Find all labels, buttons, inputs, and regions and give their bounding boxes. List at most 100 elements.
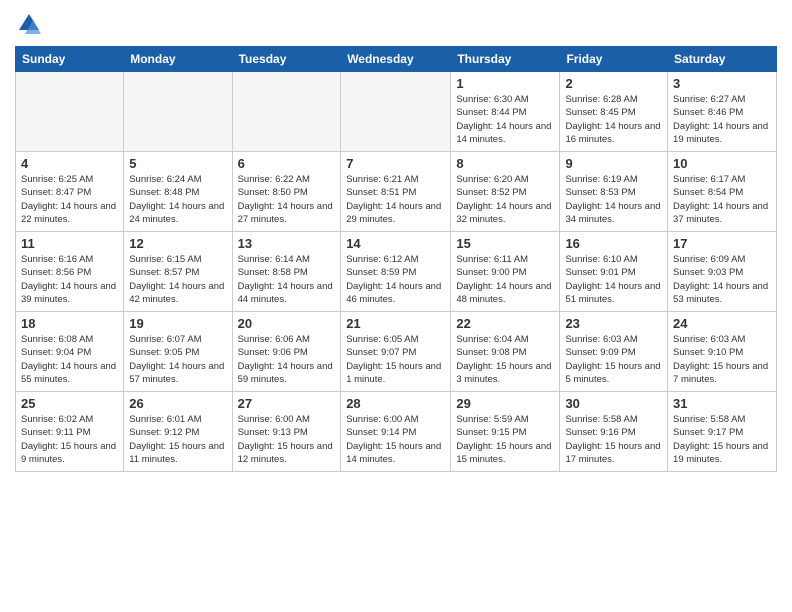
col-header-saturday: Saturday <box>668 47 777 72</box>
day-cell: 6 Sunrise: 6:22 AM Sunset: 8:50 PM Daylig… <box>232 152 341 232</box>
day-cell: 9 Sunrise: 6:19 AM Sunset: 8:53 PM Daylig… <box>560 152 668 232</box>
day-info: Sunrise: 6:01 AM Sunset: 9:12 PM Dayligh… <box>129 413 226 466</box>
day-number: 11 <box>21 236 118 251</box>
day-number: 1 <box>456 76 554 91</box>
day-cell: 5 Sunrise: 6:24 AM Sunset: 8:48 PM Daylig… <box>124 152 232 232</box>
day-cell: 19Sunrise: 6:07 AM Sunset: 9:05 PM Dayli… <box>124 312 232 392</box>
day-info: Sunrise: 6:04 AM Sunset: 9:08 PM Dayligh… <box>456 333 554 386</box>
day-cell <box>232 72 341 152</box>
day-cell: 13Sunrise: 6:14 AM Sunset: 8:58 PM Dayli… <box>232 232 341 312</box>
day-cell: 18 Sunrise: 6:08 AM Sunset: 9:04 PM Dayli… <box>16 312 124 392</box>
day-info: Sunrise: 6:22 AM Sunset: 8:50 PM Dayligh… <box>238 173 336 226</box>
day-cell: 3Sunrise: 6:27 AM Sunset: 8:46 PM Daylig… <box>668 72 777 152</box>
day-info: Sunrise: 6:10 AM Sunset: 9:01 PM Dayligh… <box>565 253 662 306</box>
day-number: 23 <box>565 316 662 331</box>
day-cell: 7 Sunrise: 6:21 AM Sunset: 8:51 PM Daylig… <box>341 152 451 232</box>
day-info: Sunrise: 6:00 AM Sunset: 9:13 PM Dayligh… <box>238 413 336 466</box>
day-info: Sunrise: 6:28 AM Sunset: 8:45 PM Dayligh… <box>565 93 662 146</box>
day-cell: 24 Sunrise: 6:03 AM Sunset: 9:10 PM Dayli… <box>668 312 777 392</box>
header <box>15 10 777 38</box>
day-cell: 14 Sunrise: 6:12 AM Sunset: 8:59 PM Dayli… <box>341 232 451 312</box>
col-header-friday: Friday <box>560 47 668 72</box>
day-cell <box>16 72 124 152</box>
day-cell: 28Sunrise: 6:00 AM Sunset: 9:14 PM Dayli… <box>341 392 451 472</box>
col-header-wednesday: Wednesday <box>341 47 451 72</box>
day-info: Sunrise: 6:27 AM Sunset: 8:46 PM Dayligh… <box>673 93 771 146</box>
col-header-thursday: Thursday <box>451 47 560 72</box>
logo-icon <box>15 10 43 38</box>
day-number: 9 <box>565 156 662 171</box>
day-number: 14 <box>346 236 445 251</box>
day-number: 27 <box>238 396 336 411</box>
day-info: Sunrise: 6:19 AM Sunset: 8:53 PM Dayligh… <box>565 173 662 226</box>
day-cell: 15Sunrise: 6:11 AM Sunset: 9:00 PM Dayli… <box>451 232 560 312</box>
day-info: Sunrise: 5:59 AM Sunset: 9:15 PM Dayligh… <box>456 413 554 466</box>
day-cell: 30Sunrise: 5:58 AM Sunset: 9:16 PM Dayli… <box>560 392 668 472</box>
col-header-monday: Monday <box>124 47 232 72</box>
day-number: 21 <box>346 316 445 331</box>
day-number: 7 <box>346 156 445 171</box>
day-info: Sunrise: 6:30 AM Sunset: 8:44 PM Dayligh… <box>456 93 554 146</box>
day-cell: 21 Sunrise: 6:05 AM Sunset: 9:07 PM Dayli… <box>341 312 451 392</box>
day-cell: 11Sunrise: 6:16 AM Sunset: 8:56 PM Dayli… <box>16 232 124 312</box>
day-number: 18 <box>21 316 118 331</box>
day-cell: 20 Sunrise: 6:06 AM Sunset: 9:06 PM Dayli… <box>232 312 341 392</box>
day-number: 31 <box>673 396 771 411</box>
day-number: 28 <box>346 396 445 411</box>
day-cell: 2Sunrise: 6:28 AM Sunset: 8:45 PM Daylig… <box>560 72 668 152</box>
day-number: 22 <box>456 316 554 331</box>
week-row-2: 4Sunrise: 6:25 AM Sunset: 8:47 PM Daylig… <box>16 152 777 232</box>
day-info: Sunrise: 6:21 AM Sunset: 8:51 PM Dayligh… <box>346 173 445 226</box>
day-number: 10 <box>673 156 771 171</box>
day-number: 15 <box>456 236 554 251</box>
day-cell: 12 Sunrise: 6:15 AM Sunset: 8:57 PM Dayli… <box>124 232 232 312</box>
day-cell: 23 Sunrise: 6:03 AM Sunset: 9:09 PM Dayli… <box>560 312 668 392</box>
day-number: 4 <box>21 156 118 171</box>
day-number: 25 <box>21 396 118 411</box>
week-row-1: 1 Sunrise: 6:30 AM Sunset: 8:44 PM Daylig… <box>16 72 777 152</box>
week-row-3: 11Sunrise: 6:16 AM Sunset: 8:56 PM Dayli… <box>16 232 777 312</box>
day-info: Sunrise: 6:12 AM Sunset: 8:59 PM Dayligh… <box>346 253 445 306</box>
day-info: Sunrise: 6:17 AM Sunset: 8:54 PM Dayligh… <box>673 173 771 226</box>
day-number: 29 <box>456 396 554 411</box>
day-info: Sunrise: 6:02 AM Sunset: 9:11 PM Dayligh… <box>21 413 118 466</box>
day-number: 20 <box>238 316 336 331</box>
col-header-tuesday: Tuesday <box>232 47 341 72</box>
day-info: Sunrise: 6:08 AM Sunset: 9:04 PM Dayligh… <box>21 333 118 386</box>
calendar: SundayMondayTuesdayWednesdayThursdayFrid… <box>15 46 777 472</box>
week-row-5: 25 Sunrise: 6:02 AM Sunset: 9:11 PM Dayli… <box>16 392 777 472</box>
day-number: 6 <box>238 156 336 171</box>
day-info: Sunrise: 6:03 AM Sunset: 9:09 PM Dayligh… <box>565 333 662 386</box>
day-cell: 8Sunrise: 6:20 AM Sunset: 8:52 PM Daylig… <box>451 152 560 232</box>
day-number: 17 <box>673 236 771 251</box>
day-cell <box>341 72 451 152</box>
day-cell: 31 Sunrise: 5:58 AM Sunset: 9:17 PM Dayli… <box>668 392 777 472</box>
day-info: Sunrise: 6:07 AM Sunset: 9:05 PM Dayligh… <box>129 333 226 386</box>
day-cell <box>124 72 232 152</box>
day-info: Sunrise: 6:06 AM Sunset: 9:06 PM Dayligh… <box>238 333 336 386</box>
day-info: Sunrise: 6:14 AM Sunset: 8:58 PM Dayligh… <box>238 253 336 306</box>
day-number: 26 <box>129 396 226 411</box>
day-cell: 4Sunrise: 6:25 AM Sunset: 8:47 PM Daylig… <box>16 152 124 232</box>
day-info: Sunrise: 6:03 AM Sunset: 9:10 PM Dayligh… <box>673 333 771 386</box>
day-number: 24 <box>673 316 771 331</box>
day-number: 16 <box>565 236 662 251</box>
page: SundayMondayTuesdayWednesdayThursdayFrid… <box>0 0 792 612</box>
header-row: SundayMondayTuesdayWednesdayThursdayFrid… <box>16 47 777 72</box>
day-number: 12 <box>129 236 226 251</box>
day-number: 5 <box>129 156 226 171</box>
day-info: Sunrise: 5:58 AM Sunset: 9:17 PM Dayligh… <box>673 413 771 466</box>
day-cell: 27 Sunrise: 6:00 AM Sunset: 9:13 PM Dayli… <box>232 392 341 472</box>
day-cell: 25 Sunrise: 6:02 AM Sunset: 9:11 PM Dayli… <box>16 392 124 472</box>
day-number: 30 <box>565 396 662 411</box>
day-info: Sunrise: 6:24 AM Sunset: 8:48 PM Dayligh… <box>129 173 226 226</box>
day-cell: 22 Sunrise: 6:04 AM Sunset: 9:08 PM Dayli… <box>451 312 560 392</box>
day-cell: 29 Sunrise: 5:59 AM Sunset: 9:15 PM Dayli… <box>451 392 560 472</box>
day-number: 8 <box>456 156 554 171</box>
day-cell: 16 Sunrise: 6:10 AM Sunset: 9:01 PM Dayli… <box>560 232 668 312</box>
logo <box>15 10 47 38</box>
day-info: Sunrise: 6:05 AM Sunset: 9:07 PM Dayligh… <box>346 333 445 386</box>
week-row-4: 18 Sunrise: 6:08 AM Sunset: 9:04 PM Dayli… <box>16 312 777 392</box>
day-info: Sunrise: 6:15 AM Sunset: 8:57 PM Dayligh… <box>129 253 226 306</box>
day-cell: 26 Sunrise: 6:01 AM Sunset: 9:12 PM Dayli… <box>124 392 232 472</box>
